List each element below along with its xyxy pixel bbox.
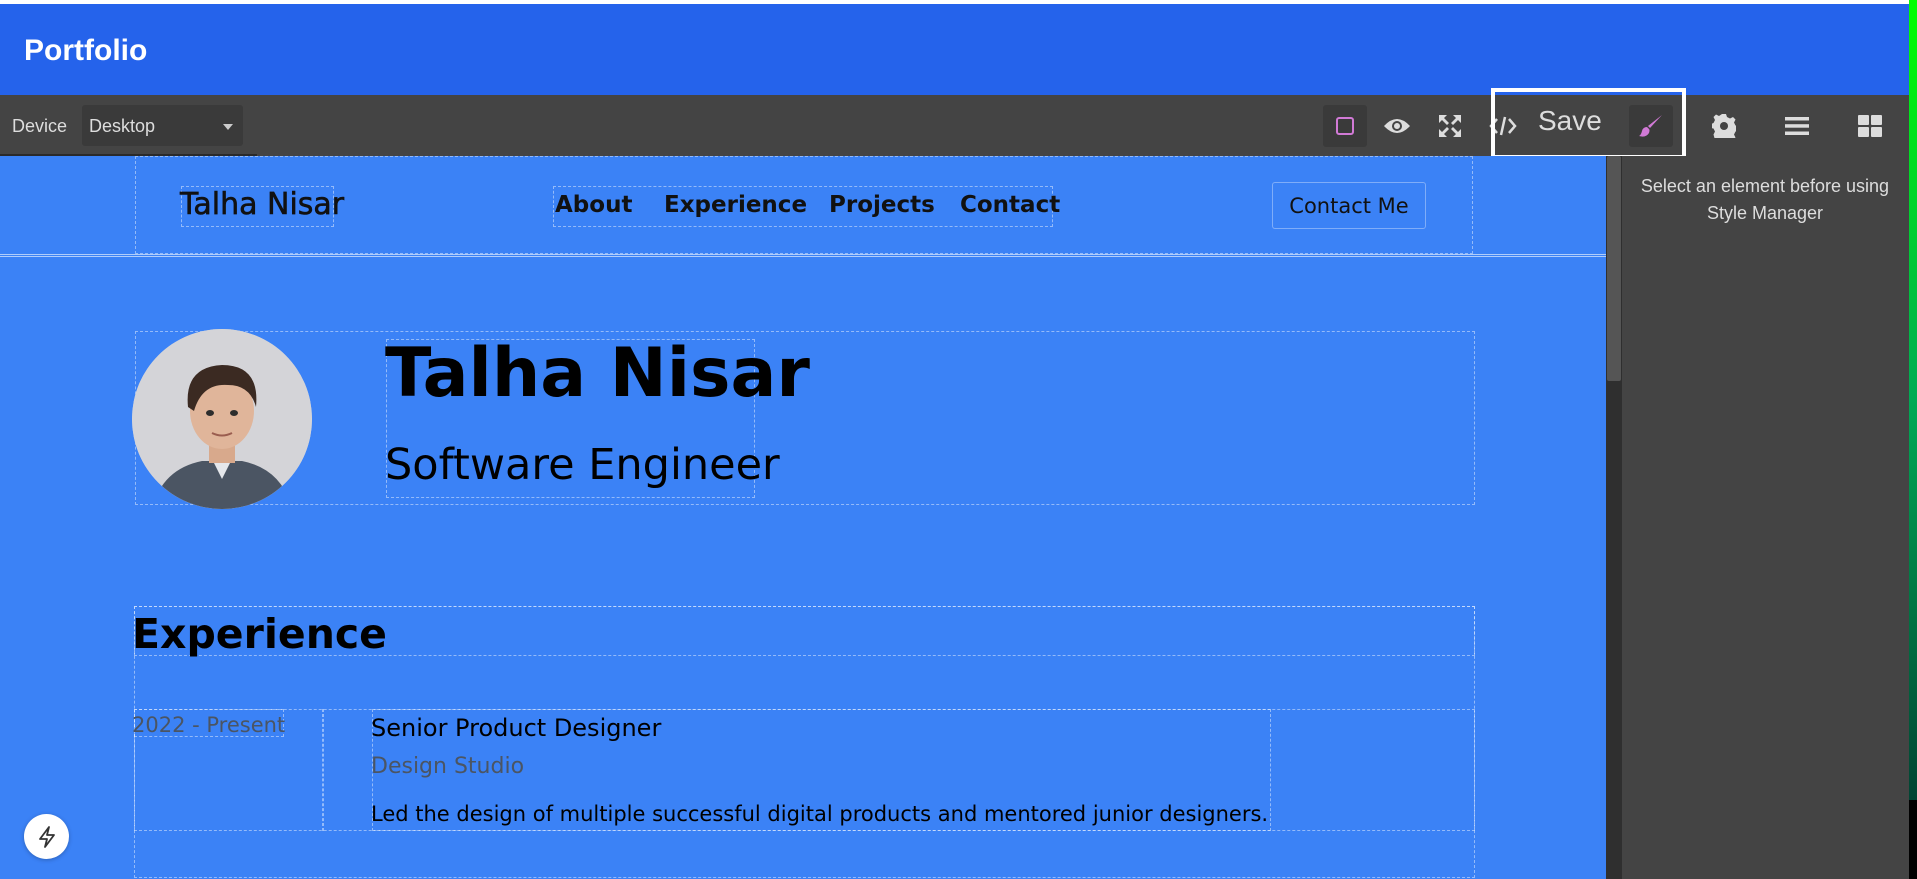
quick-action-button[interactable] bbox=[24, 814, 69, 859]
nav-link-contact[interactable]: Contact bbox=[960, 192, 1060, 218]
style-manager-message: Select an element before using Style Man… bbox=[1640, 176, 1890, 223]
preview-button[interactable] bbox=[1375, 105, 1419, 147]
save-button[interactable]: Save bbox=[1538, 105, 1602, 137]
settings-button[interactable] bbox=[1702, 105, 1746, 147]
device-select-value: Desktop bbox=[89, 116, 156, 136]
style-manager-panel bbox=[1622, 156, 1909, 879]
contact-me-button[interactable]: Contact Me bbox=[1272, 182, 1426, 229]
experience-company[interactable]: Design Studio bbox=[371, 754, 524, 779]
canvas-scrollbar-thumb[interactable] bbox=[1607, 156, 1621, 381]
square-outline-icon bbox=[1336, 117, 1354, 135]
window-edge bbox=[1909, 0, 1917, 800]
chevron-down-icon bbox=[223, 124, 233, 130]
fullscreen-icon bbox=[1439, 115, 1461, 137]
fullscreen-button[interactable] bbox=[1428, 105, 1472, 147]
site-brand[interactable]: Talha Nisar bbox=[180, 187, 345, 223]
hero-name[interactable]: Talha Nisar bbox=[385, 334, 810, 413]
eye-icon bbox=[1384, 119, 1410, 133]
nav-link-experience[interactable]: Experience bbox=[664, 192, 807, 218]
editor-canvas[interactable]: Talha Nisar About Experience Projects Co… bbox=[0, 156, 1606, 879]
blocks-button[interactable] bbox=[1848, 105, 1892, 147]
device-select[interactable]: Desktop bbox=[82, 105, 243, 146]
nav-link-about[interactable]: About bbox=[555, 192, 632, 218]
experience-description[interactable]: Led the design of multiple successful di… bbox=[371, 802, 1268, 826]
hero-role[interactable]: Software Engineer bbox=[385, 440, 780, 490]
sw-visibility-button[interactable] bbox=[1323, 105, 1367, 147]
nav-link-projects[interactable]: Projects bbox=[829, 192, 935, 218]
profile-photo bbox=[132, 329, 312, 509]
experience-job-title[interactable]: Senior Product Designer bbox=[371, 714, 661, 742]
gear-icon bbox=[1712, 114, 1736, 138]
avatar[interactable] bbox=[132, 329, 312, 509]
app-title: Portfolio bbox=[24, 34, 148, 67]
window-edge-bottom bbox=[1909, 800, 1917, 879]
app-header: Portfolio bbox=[0, 0, 1917, 95]
device-label: Device bbox=[12, 116, 68, 136]
layers-icon bbox=[1785, 117, 1809, 135]
column-divider bbox=[322, 709, 324, 831]
lightning-icon bbox=[38, 825, 55, 848]
experience-date[interactable]: 2022 - Present bbox=[132, 713, 285, 737]
experience-title[interactable]: Experience bbox=[132, 610, 387, 658]
blocks-icon bbox=[1858, 115, 1882, 137]
nav-divider bbox=[0, 254, 1606, 257]
layer-manager-button[interactable] bbox=[1775, 105, 1819, 147]
